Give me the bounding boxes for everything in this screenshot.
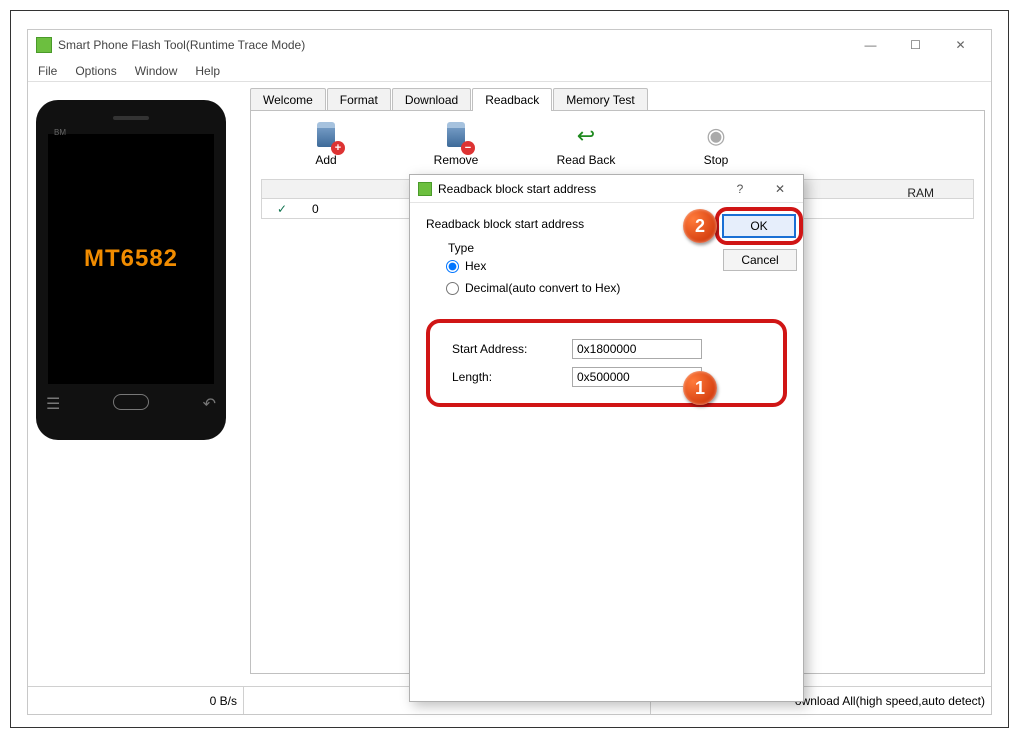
annotation-badge-1: 1 xyxy=(683,371,717,405)
tab-welcome[interactable]: Welcome xyxy=(250,88,326,111)
phone-model: MT6582 xyxy=(84,245,178,273)
row-checkbox[interactable]: ✓ xyxy=(262,202,302,216)
phone-screen: MT6582 xyxy=(48,134,214,384)
add-label: Add xyxy=(315,153,336,167)
dialog-title: Readback block start address xyxy=(438,182,596,196)
type-legend: Type xyxy=(446,241,476,255)
menu-help[interactable]: Help xyxy=(195,64,220,78)
address-highlight-box: Start Address: Length: xyxy=(426,319,787,407)
length-label: Length: xyxy=(452,370,562,384)
radio-hex-label: Hex xyxy=(465,259,486,273)
close-button[interactable]: ✕ xyxy=(938,31,983,59)
tab-memory-test[interactable]: Memory Test xyxy=(553,88,647,111)
row-region: RAM xyxy=(907,186,934,200)
menu-file[interactable]: File xyxy=(38,64,57,78)
readback-icon: ↩ xyxy=(571,121,601,151)
readback-button[interactable]: ↩ Read Back xyxy=(551,121,621,167)
dialog-titlebar: Readback block start address ? ✕ xyxy=(410,175,803,203)
ok-highlight-box: OK xyxy=(715,207,803,245)
titlebar: Smart Phone Flash Tool(Runtime Trace Mod… xyxy=(28,30,991,60)
tab-format[interactable]: Format xyxy=(327,88,391,111)
stop-label: Stop xyxy=(704,153,729,167)
phone-nav: ☰ ↶ xyxy=(46,394,216,414)
dialog-help-button[interactable]: ? xyxy=(725,182,755,196)
remove-label: Remove xyxy=(434,153,479,167)
annotation-badge-2: 2 xyxy=(683,209,717,243)
phone-bm-label: BM xyxy=(54,128,66,137)
dialog-close-button[interactable]: ✕ xyxy=(765,182,795,196)
tabstrip: Welcome Format Download Readback Memory … xyxy=(246,88,991,111)
phone-home-icon xyxy=(113,394,149,410)
phone-preview: BM MT6582 ☰ ↶ xyxy=(36,100,226,440)
start-address-field[interactable] xyxy=(572,339,702,359)
maximize-button[interactable]: ☐ xyxy=(893,31,938,59)
radio-dec-input[interactable] xyxy=(446,282,459,295)
app-icon xyxy=(36,37,52,53)
window-title: Smart Phone Flash Tool(Runtime Trace Mod… xyxy=(58,38,305,52)
status-speed: 0 B/s xyxy=(28,687,244,714)
radio-hex-input[interactable] xyxy=(446,260,459,273)
add-icon: + xyxy=(311,121,341,151)
ok-button[interactable]: OK xyxy=(722,214,796,238)
tab-download[interactable]: Download xyxy=(392,88,471,111)
start-address-label: Start Address: xyxy=(452,342,562,356)
remove-icon: − xyxy=(441,121,471,151)
tab-readback[interactable]: Readback xyxy=(472,88,552,111)
readback-label: Read Back xyxy=(557,153,616,167)
menu-window[interactable]: Window xyxy=(135,64,178,78)
add-button[interactable]: + Add xyxy=(291,121,361,167)
cancel-button[interactable]: Cancel xyxy=(723,249,797,271)
menu-options[interactable]: Options xyxy=(75,64,116,78)
phone-back-icon: ↶ xyxy=(203,394,216,414)
phone-speaker xyxy=(113,116,149,120)
remove-button[interactable]: − Remove xyxy=(421,121,491,167)
menubar: File Options Window Help xyxy=(28,60,991,82)
stop-button[interactable]: ◉ Stop xyxy=(681,121,751,167)
radio-dec[interactable]: Decimal(auto convert to Hex) xyxy=(446,281,781,295)
stop-icon: ◉ xyxy=(701,121,731,151)
minimize-button[interactable]: — xyxy=(848,31,893,59)
radio-dec-label: Decimal(auto convert to Hex) xyxy=(465,281,620,295)
phone-menu-icon: ☰ xyxy=(46,394,60,414)
dialog-icon xyxy=(418,182,432,196)
